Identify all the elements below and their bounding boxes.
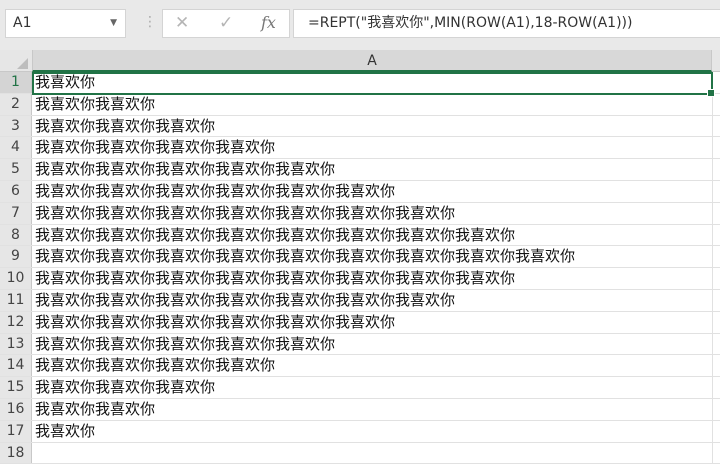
column-divider bbox=[712, 93, 713, 115]
table-row: 13 我喜欢你我喜欢你我喜欢你我喜欢你我喜欢你 bbox=[0, 333, 720, 356]
table-row: 9 我喜欢你我喜欢你我喜欢你我喜欢你我喜欢你我喜欢你我喜欢你我喜欢你我喜欢你 bbox=[0, 246, 720, 269]
table-row: 12 我喜欢你我喜欢你我喜欢你我喜欢你我喜欢你我喜欢你 bbox=[0, 311, 720, 334]
row-header[interactable]: 3 bbox=[0, 115, 32, 137]
column-divider bbox=[712, 137, 713, 159]
formula-input[interactable]: =REPT("我喜欢你",MIN(ROW(A1),18-ROW(A1))) bbox=[293, 9, 720, 38]
name-box-value: A1 bbox=[13, 15, 32, 31]
cell-a[interactable]: 我喜欢你我喜欢你我喜欢你我喜欢你 bbox=[35, 355, 275, 376]
column-header-a[interactable]: A bbox=[32, 50, 712, 72]
cell-a[interactable]: 我喜欢你我喜欢你我喜欢你我喜欢你我喜欢你我喜欢你我喜欢你 bbox=[35, 290, 455, 311]
cell-a[interactable]: 我喜欢你我喜欢你我喜欢你我喜欢你我喜欢你我喜欢你我喜欢你我喜欢你 bbox=[35, 268, 515, 289]
row-header[interactable]: 10 bbox=[0, 268, 32, 289]
column-divider bbox=[712, 398, 713, 420]
table-row: 17 我喜欢你 bbox=[0, 420, 720, 443]
row-header[interactable]: 15 bbox=[0, 377, 32, 398]
cell-a[interactable]: 我喜欢你我喜欢你我喜欢你 bbox=[35, 116, 215, 137]
enter-icon[interactable]: ✓ bbox=[219, 13, 233, 33]
cell-a[interactable]: 我喜欢你我喜欢你我喜欢你我喜欢你我喜欢你 bbox=[35, 159, 335, 180]
row-header[interactable]: 6 bbox=[0, 180, 32, 202]
cell-a[interactable]: 我喜欢你我喜欢你我喜欢你我喜欢你我喜欢你我喜欢你我喜欢你我喜欢你我喜欢你 bbox=[35, 246, 575, 267]
table-row: 5 我喜欢你我喜欢你我喜欢你我喜欢你我喜欢你 bbox=[0, 159, 720, 181]
column-divider bbox=[712, 115, 713, 137]
select-all-button[interactable] bbox=[0, 50, 32, 72]
column-divider bbox=[712, 202, 713, 224]
column-divider bbox=[712, 311, 713, 333]
cell-grid: 1 我喜欢你 2 我喜欢你我喜欢你 3 我喜欢你我喜欢你我喜欢你 4 我喜欢你我喜欢你我喜欢你… bbox=[0, 72, 720, 465]
column-divider bbox=[712, 224, 713, 246]
cell-a[interactable]: 我喜欢你我喜欢你我喜欢你我喜欢你我喜欢你我喜欢你我喜欢你 bbox=[35, 203, 455, 224]
column-divider bbox=[712, 72, 713, 93]
table-row: 1 我喜欢你 bbox=[0, 72, 720, 94]
column-divider bbox=[712, 180, 713, 202]
table-row: 14 我喜欢你我喜欢你我喜欢你我喜欢你 bbox=[0, 355, 720, 378]
cell-a[interactable]: 我喜欢你 bbox=[35, 421, 95, 442]
row-header[interactable]: 18 bbox=[0, 442, 32, 464]
table-row: 11 我喜欢你我喜欢你我喜欢你我喜欢你我喜欢你我喜欢你我喜欢你 bbox=[0, 289, 720, 312]
table-row: 10 我喜欢你我喜欢你我喜欢你我喜欢你我喜欢你我喜欢你我喜欢你我喜欢你 bbox=[0, 268, 720, 290]
row-header[interactable]: 17 bbox=[0, 420, 32, 442]
row-header[interactable]: 11 bbox=[0, 289, 32, 311]
table-row: 7 我喜欢你我喜欢你我喜欢你我喜欢你我喜欢你我喜欢你我喜欢你 bbox=[0, 202, 720, 225]
table-row: 18 bbox=[0, 442, 720, 465]
column-divider bbox=[712, 420, 713, 442]
chevron-down-icon[interactable]: ▼ bbox=[110, 10, 117, 37]
table-row: 3 我喜欢你我喜欢你我喜欢你 bbox=[0, 115, 720, 138]
insert-function-icon[interactable]: fx bbox=[261, 13, 276, 32]
column-divider bbox=[712, 159, 713, 180]
row-header[interactable]: 16 bbox=[0, 398, 32, 420]
cell-a[interactable]: 我喜欢你我喜欢你我喜欢你我喜欢你我喜欢你我喜欢你我喜欢你我喜欢你 bbox=[35, 225, 515, 246]
row-header[interactable]: 7 bbox=[0, 202, 32, 224]
column-divider bbox=[712, 377, 713, 398]
row-header[interactable]: 2 bbox=[0, 93, 32, 115]
column-divider bbox=[712, 442, 713, 464]
row-header[interactable]: 4 bbox=[0, 137, 32, 159]
cell-a[interactable]: 我喜欢你我喜欢你我喜欢你 bbox=[35, 377, 215, 398]
cell-a[interactable]: 我喜欢你我喜欢你 bbox=[35, 94, 155, 115]
cell-a[interactable]: 我喜欢你我喜欢你我喜欢你我喜欢你我喜欢你我喜欢你 bbox=[35, 312, 395, 333]
cell-a[interactable]: 我喜欢你我喜欢你 bbox=[35, 399, 155, 420]
column-header-row: A bbox=[0, 50, 720, 72]
row-header[interactable]: 9 bbox=[0, 246, 32, 268]
column-divider bbox=[712, 355, 713, 377]
row-header[interactable]: 5 bbox=[0, 159, 32, 180]
table-row: 8 我喜欢你我喜欢你我喜欢你我喜欢你我喜欢你我喜欢你我喜欢你我喜欢你 bbox=[0, 224, 720, 247]
formula-buttons: ✕ ✓ fx bbox=[162, 9, 290, 38]
column-divider bbox=[712, 289, 713, 311]
name-box[interactable]: A1 ▼ bbox=[5, 9, 126, 38]
column-divider bbox=[712, 268, 713, 289]
table-row: 16 我喜欢你我喜欢你 bbox=[0, 398, 720, 421]
row-header[interactable]: 8 bbox=[0, 224, 32, 246]
cell-a[interactable]: 我喜欢你我喜欢你我喜欢你我喜欢你 bbox=[35, 137, 275, 158]
table-row: 2 我喜欢你我喜欢你 bbox=[0, 93, 720, 116]
cancel-icon[interactable]: ✕ bbox=[175, 13, 189, 33]
cell-a[interactable]: 我喜欢你我喜欢你我喜欢你我喜欢你我喜欢你 bbox=[35, 334, 335, 355]
drag-handle-icon[interactable]: ⋮ bbox=[143, 14, 157, 30]
cell-a[interactable]: 我喜欢你 bbox=[35, 72, 95, 93]
column-divider bbox=[712, 333, 713, 355]
row-header[interactable]: 14 bbox=[0, 355, 32, 377]
row-header[interactable]: 12 bbox=[0, 311, 32, 333]
formula-toolbar: A1 ▼ ⋮ ✕ ✓ fx =REPT("我喜欢你",MIN(ROW(A1),18… bbox=[0, 0, 720, 50]
cell-a[interactable]: 我喜欢你我喜欢你我喜欢你我喜欢你我喜欢你我喜欢你 bbox=[35, 181, 395, 202]
table-row: 6 我喜欢你我喜欢你我喜欢你我喜欢你我喜欢你我喜欢你 bbox=[0, 180, 720, 203]
table-row: 15 我喜欢你我喜欢你我喜欢你 bbox=[0, 377, 720, 399]
table-row: 4 我喜欢你我喜欢你我喜欢你我喜欢你 bbox=[0, 137, 720, 160]
row-header[interactable]: 13 bbox=[0, 333, 32, 355]
column-divider bbox=[712, 246, 713, 268]
row-header[interactable]: 1 bbox=[0, 72, 32, 93]
